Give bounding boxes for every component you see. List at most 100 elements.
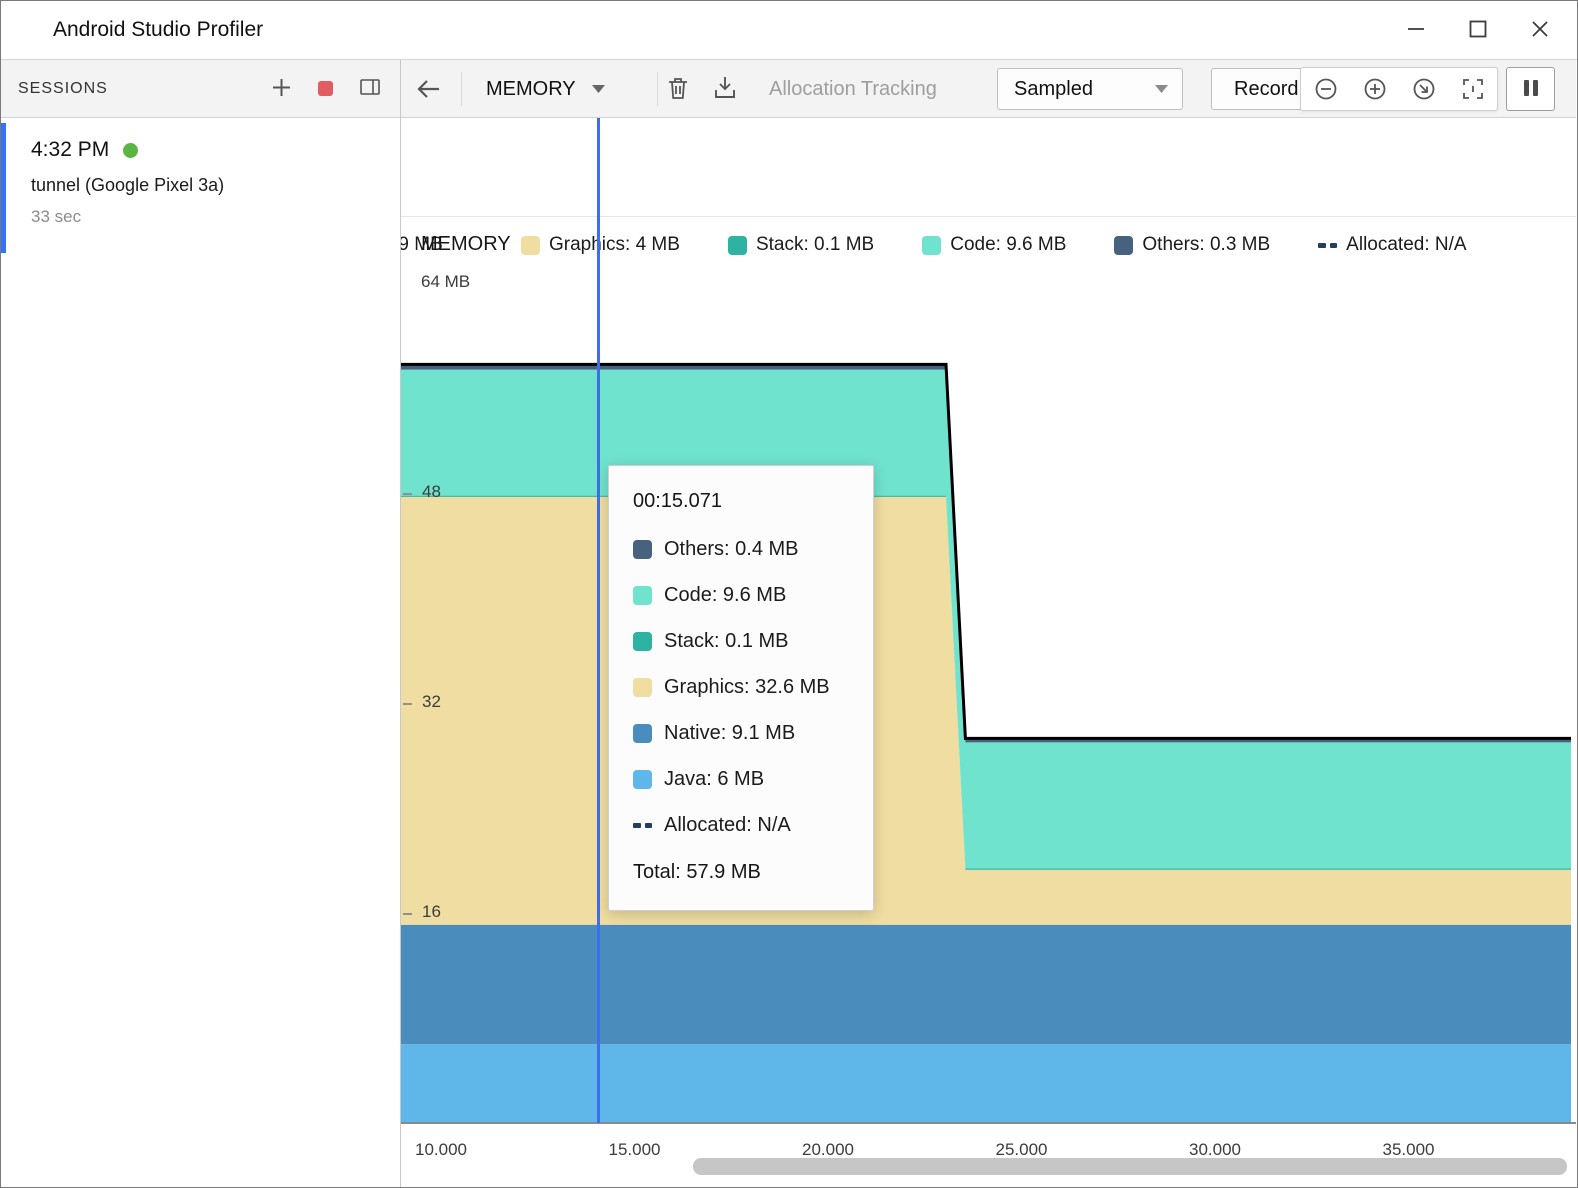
session-device: tunnel (Google Pixel 3a) (31, 175, 400, 196)
reset-zoom-button[interactable] (1412, 77, 1436, 101)
panel-layout-icon (360, 78, 380, 99)
window-title: Android Studio Profiler (53, 1, 263, 59)
chevron-down-icon (592, 85, 605, 93)
allocation-tracking-label[interactable]: Allocation Tracking (769, 60, 937, 118)
x-axis-label: 10.000 (401, 1140, 481, 1160)
titlebar: Android Studio Profiler (1, 1, 1577, 60)
series-value-label: Java: 6 MB (664, 768, 764, 791)
close-icon (1531, 20, 1549, 41)
tooltip-row: Code: 9.6 MB (633, 583, 851, 607)
maximize-icon (1469, 20, 1487, 41)
export-capture-icon (713, 75, 737, 101)
session-item[interactable]: 4:32 PM tunnel (Google Pixel 3a) 33 sec (1, 118, 400, 227)
legend-item: Code: 9.6 MB (922, 234, 1066, 256)
close-button[interactable] (1509, 1, 1571, 59)
minimize-icon (1407, 20, 1425, 41)
memory-area-native (401, 925, 1571, 1045)
legend-item: Others: 0.3 MB (1114, 234, 1270, 256)
memory-stacked-area-chart (401, 118, 1576, 1123)
main-area: MEMORY Allocation Tracking Sampled Recor… (401, 60, 1576, 1187)
timeline-cursor-line (597, 118, 600, 1123)
chevron-down-icon (1155, 85, 1168, 93)
y-axis-tick (403, 703, 412, 705)
memory-timeline: MEMORY Native: 9 MB Graphics: 4 MB Stack… (401, 118, 1576, 1187)
series-value-label: Stack: 0.1 MB (664, 630, 789, 653)
add-session-button[interactable] (272, 78, 291, 100)
horizontal-scrollbar-thumb[interactable] (693, 1158, 1567, 1175)
y-axis-max-label: 64 MB (421, 272, 470, 292)
frame-selection-icon (1461, 77, 1485, 101)
series-swatch (633, 678, 652, 697)
stage-dropdown-label: MEMORY (486, 78, 576, 101)
heap-dump-button[interactable] (713, 75, 737, 101)
sessions-panel: SESSIONS 4:32 PM tunnel (Google Pixel 3a… (1, 60, 401, 1187)
x-axis-label: 30.000 (1175, 1140, 1255, 1160)
tooltip-row: Allocated: N/A (633, 813, 851, 837)
session-time: 4:32 PM (31, 138, 109, 162)
window-controls (1385, 1, 1571, 59)
back-arrow-icon (415, 76, 441, 102)
reset-zoom-icon (1412, 77, 1436, 101)
legend-swatch (922, 236, 941, 255)
series-swatch (633, 632, 652, 651)
chart-legend: Graphics: 4 MB Stack: 0.1 MB Code: 9.6 M… (521, 234, 1467, 256)
legend-swatch (521, 236, 540, 255)
legend-item: Graphics: 4 MB (521, 234, 680, 256)
series-swatch (633, 586, 652, 605)
series-swatch (633, 770, 652, 789)
zoom-toolbar (1300, 67, 1498, 111)
series-value-label: Code: 9.6 MB (664, 584, 786, 607)
session-duration: 33 sec (31, 207, 400, 227)
sessions-header: SESSIONS (1, 60, 400, 118)
chart-stage-label: MEMORY (421, 233, 511, 256)
sampling-mode-dropdown[interactable]: Sampled (997, 68, 1183, 110)
delete-session-button[interactable] (667, 76, 689, 101)
y-axis-label: 48 (422, 482, 441, 502)
tooltip-row: Java: 6 MB (633, 767, 851, 791)
y-axis-tick (403, 913, 412, 915)
legend-label: Code: 9.6 MB (950, 234, 1066, 256)
minimize-button[interactable] (1385, 1, 1447, 59)
legend-swatch (1318, 236, 1337, 255)
tooltip-timestamp: 00:15.071 (633, 490, 851, 513)
zoom-in-button[interactable] (1363, 77, 1387, 101)
zoom-to-selection-button[interactable] (1461, 77, 1485, 101)
y-axis-label: 16 (422, 902, 441, 922)
stage-dropdown[interactable]: MEMORY (486, 60, 605, 118)
legend-item: Allocated: N/A (1318, 234, 1466, 256)
zoom-out-button[interactable] (1314, 77, 1338, 101)
series-value-label: Others: 0.4 MB (664, 538, 799, 561)
y-axis-label: 32 (422, 692, 441, 712)
pause-live-button[interactable] (1506, 67, 1555, 111)
legend-label: Stack: 0.1 MB (756, 234, 874, 256)
collapse-panel-button[interactable] (360, 78, 380, 99)
selected-session-indicator (1, 123, 6, 253)
tooltip-total: Total: 57.9 MB (633, 861, 851, 884)
x-axis-label: 20.000 (788, 1140, 868, 1160)
stop-session-button[interactable] (318, 81, 333, 96)
x-axis-label: 35.000 (1369, 1140, 1449, 1160)
x-axis-label: 15.000 (595, 1140, 675, 1160)
series-value-label: Graphics: 32.6 MB (664, 676, 830, 699)
back-button[interactable] (415, 76, 441, 102)
maximize-button[interactable] (1447, 1, 1509, 59)
trash-icon (667, 76, 689, 101)
legend-label: Allocated: N/A (1346, 234, 1466, 256)
series-swatch (633, 816, 652, 835)
memory-tooltip: 00:15.071 Others: 0.4 MB Code: 9.6 MB St… (608, 465, 874, 911)
legend-swatch (1114, 236, 1133, 255)
series-swatch (633, 540, 652, 559)
plus-icon (272, 78, 291, 100)
memory-area-java (401, 1044, 1571, 1123)
sessions-toolbar (272, 78, 400, 100)
legend-label: Graphics: 4 MB (549, 234, 680, 256)
series-value-label: Allocated: N/A (664, 814, 791, 837)
tooltip-rows: Others: 0.4 MB Code: 9.6 MB Stack: 0.1 M… (633, 537, 851, 837)
legend-swatch (728, 236, 747, 255)
stop-icon (318, 81, 333, 96)
tooltip-row: Others: 0.4 MB (633, 537, 851, 561)
profiler-toolbar: MEMORY Allocation Tracking Sampled Recor… (401, 60, 1576, 118)
y-axis-tick (403, 493, 412, 495)
legend-item: Stack: 0.1 MB (728, 234, 874, 256)
tooltip-row: Graphics: 32.6 MB (633, 675, 851, 699)
